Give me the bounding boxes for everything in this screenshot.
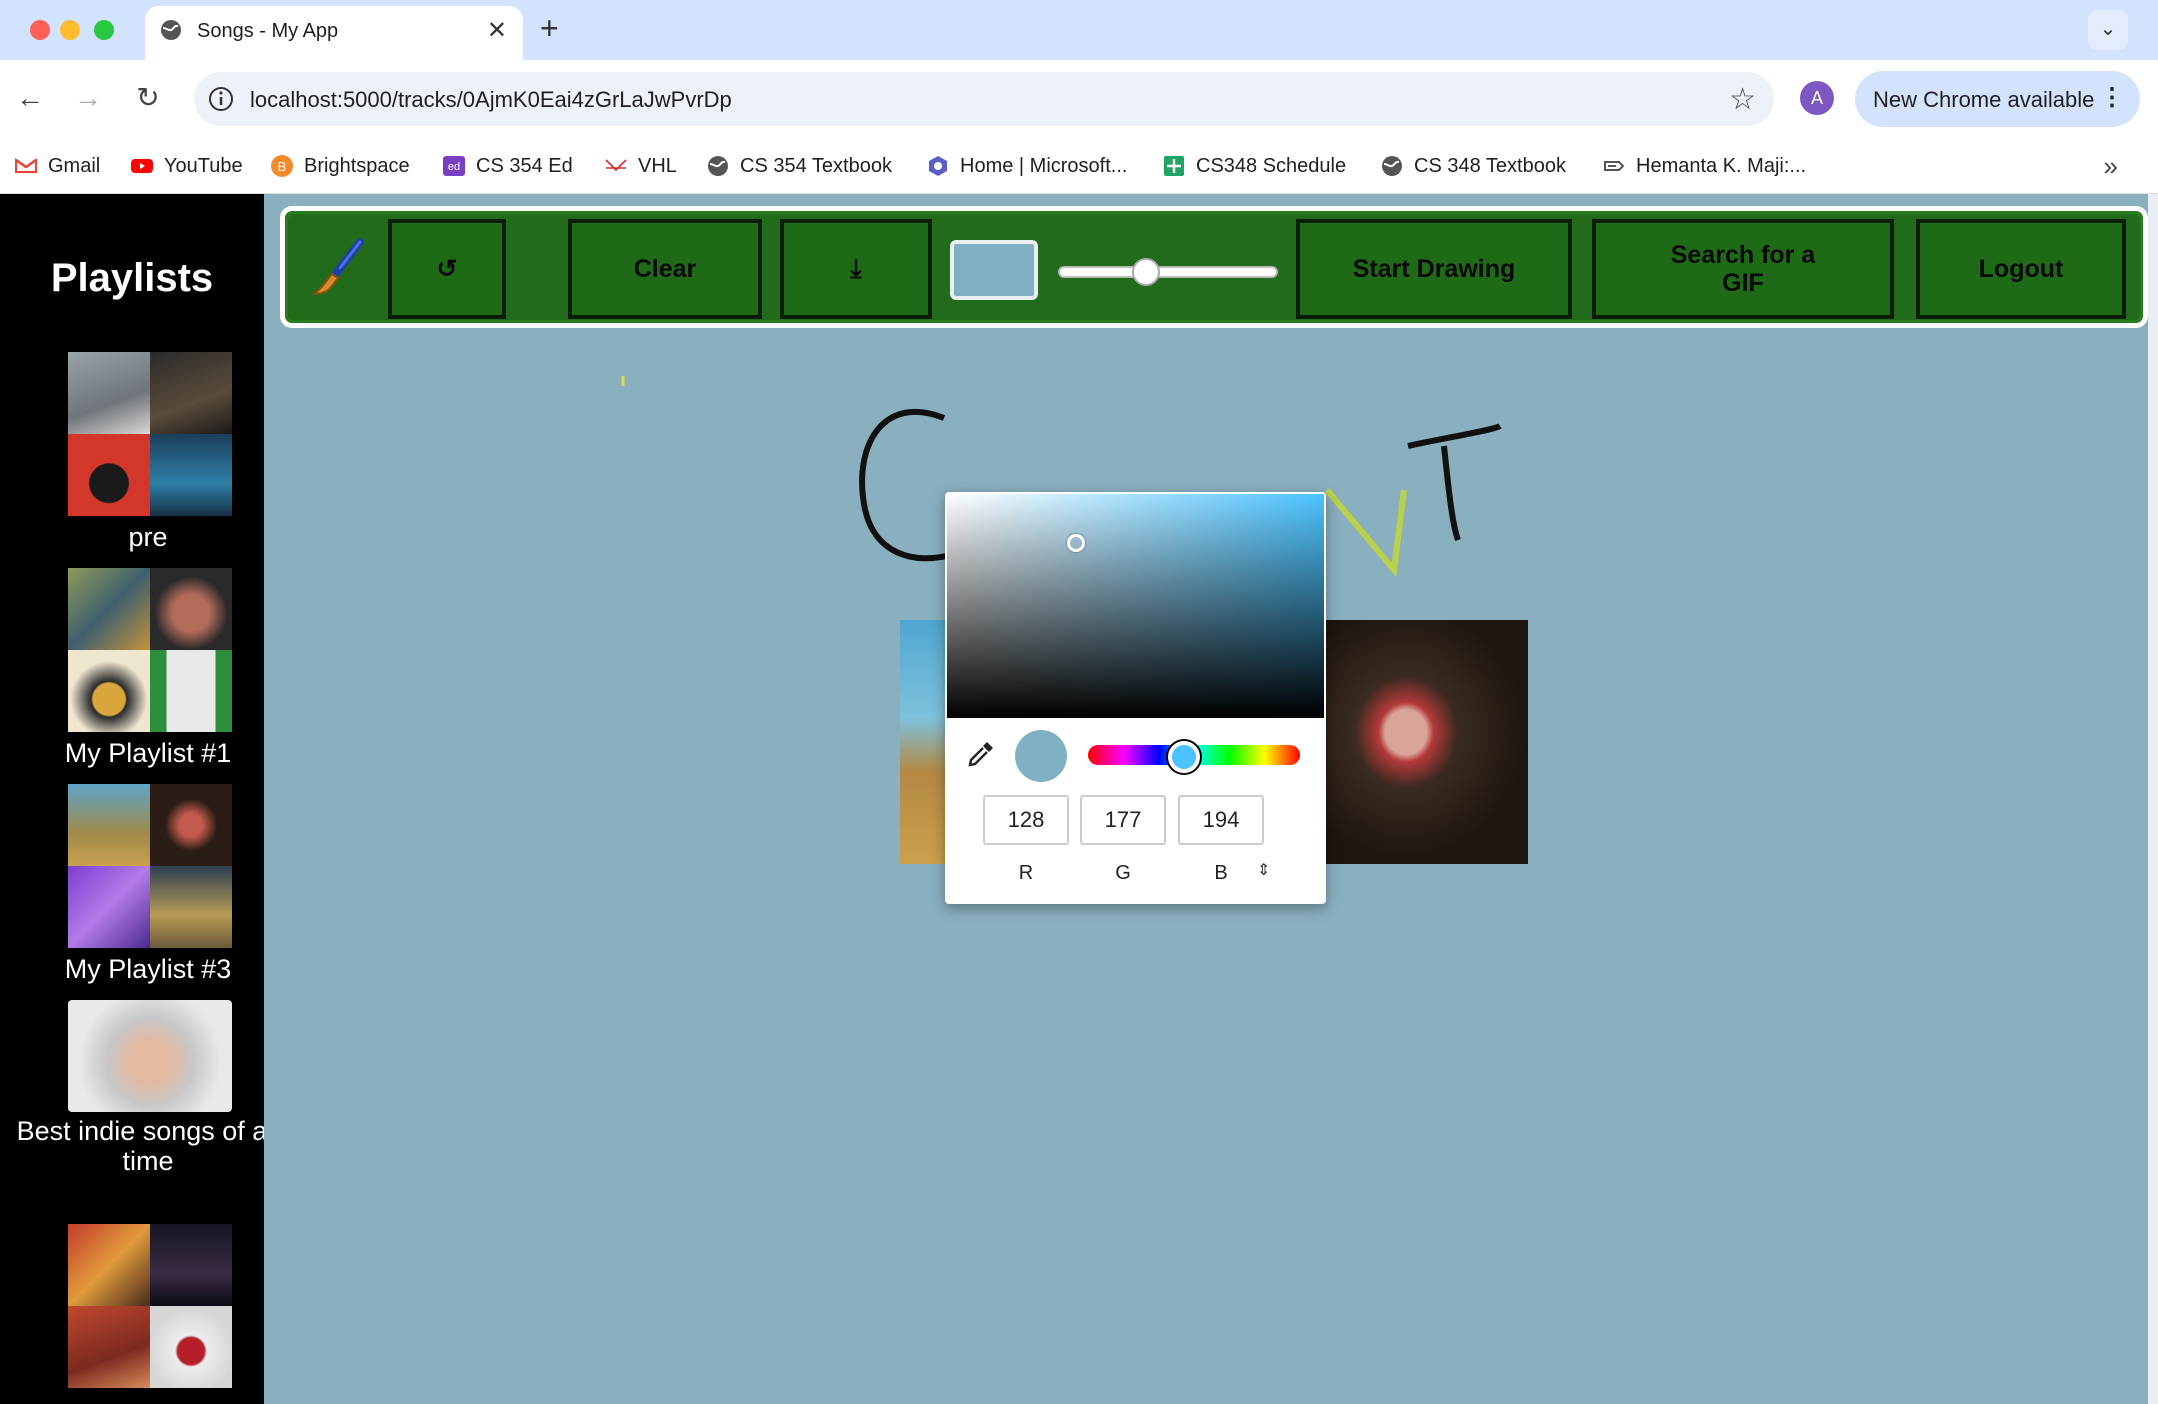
new-tab-button[interactable]: + xyxy=(540,10,559,47)
reload-button[interactable]: ↻ xyxy=(128,78,168,118)
playlist-name[interactable]: My Playlist #3 xyxy=(0,954,264,984)
playlist-name[interactable]: Best indie songs of all time xyxy=(0,1116,264,1176)
color-swatch[interactable] xyxy=(950,240,1038,300)
tab-search-button[interactable]: ⌄ xyxy=(2088,10,2128,50)
saturation-value-area[interactable] xyxy=(947,494,1324,718)
blue-label: B xyxy=(1214,862,1228,884)
playlist-cover-pre[interactable] xyxy=(68,352,232,516)
playlist-cover-5[interactable] xyxy=(68,1224,232,1388)
bookmark-gmail[interactable]: Gmail xyxy=(14,149,100,183)
svg-text:ed: ed xyxy=(448,161,460,173)
window-close-button[interactable] xyxy=(30,20,50,40)
red-label: R xyxy=(1018,862,1034,884)
brush-size-slider-knob[interactable] xyxy=(1132,258,1160,286)
kebab-menu-icon[interactable]: ⋮ xyxy=(2100,83,2124,112)
playlist-name[interactable]: My Playlist #1 xyxy=(0,738,264,768)
address-bar[interactable]: localhost:5000/tracks/0AjmK0Eai4zGrLaJwP… xyxy=(194,72,1774,126)
active-tab[interactable]: Songs - My App ✕ xyxy=(145,6,523,60)
url-text[interactable]: localhost:5000/tracks/0AjmK0Eai4zGrLaJwP… xyxy=(250,87,732,113)
brightspace-icon: B xyxy=(271,155,293,177)
paintbrush-icon[interactable] xyxy=(310,238,366,298)
color-picker-popover: R G B ⇕ xyxy=(945,492,1326,904)
search-gif-button[interactable]: Search for a GIF xyxy=(1592,219,1894,319)
vhl-icon xyxy=(605,159,627,172)
update-label: New Chrome available xyxy=(1873,87,2095,112)
browser-tab-bar: Songs - My App ✕ + ⌄ xyxy=(0,0,2158,60)
bookmark-microsoft-home[interactable]: Home | Microsoft... xyxy=(926,149,1127,183)
logout-button[interactable]: Logout xyxy=(1916,219,2126,319)
clear-button[interactable]: Clear xyxy=(568,219,762,319)
app-page: Playlists pre My Playlist #1 My Playlist… xyxy=(0,194,2158,1404)
eyedropper-icon[interactable] xyxy=(967,740,995,768)
download-button[interactable]: ⤓ xyxy=(780,219,932,319)
brush-size-slider[interactable] xyxy=(1058,266,1278,278)
back-button[interactable]: ← xyxy=(10,78,50,118)
bookmark-icon xyxy=(1604,161,1625,171)
bookmark-youtube[interactable]: YouTube xyxy=(130,149,243,183)
bookmark-cs348-textbook[interactable]: CS 348 Textbook xyxy=(1380,149,1566,183)
undo-button[interactable]: ↺ xyxy=(388,219,506,319)
bookmark-cs354-ed[interactable]: ed CS 354 Ed xyxy=(442,149,573,183)
green-input[interactable] xyxy=(1080,795,1166,845)
tab-close-icon[interactable]: ✕ xyxy=(487,16,507,45)
playlist-sidebar: Playlists pre My Playlist #1 My Playlist… xyxy=(0,194,264,1404)
scrollbar-track[interactable] xyxy=(2148,194,2158,1404)
playlist-name[interactable]: pre xyxy=(0,522,264,552)
playlist-cover-my-playlist-3[interactable] xyxy=(68,784,232,948)
gmail-icon xyxy=(15,158,37,173)
color-format-toggle-icon[interactable]: ⇕ xyxy=(1257,860,1270,880)
window-minimize-button[interactable] xyxy=(60,20,80,40)
globe-icon xyxy=(1382,156,1402,176)
blue-input[interactable] xyxy=(1178,795,1264,845)
site-info-icon[interactable] xyxy=(206,84,236,114)
drawing-toolbar: ↺ Clear ⤓ Start Drawing Search for a GIF… xyxy=(280,206,2148,328)
bookmark-cs348-schedule[interactable]: CS348 Schedule xyxy=(1162,149,1346,183)
forward-button[interactable]: → xyxy=(68,78,108,118)
window-zoom-button[interactable] xyxy=(94,20,114,40)
bookmarks-overflow-icon[interactable]: » xyxy=(2104,151,2118,182)
svg-text:B: B xyxy=(278,159,287,174)
globe-icon xyxy=(161,20,181,40)
playlist-cover-my-playlist-1[interactable] xyxy=(68,568,232,732)
start-drawing-button[interactable]: Start Drawing xyxy=(1296,219,1572,319)
ed-icon: ed xyxy=(443,156,465,176)
bookmark-vhl[interactable]: VHL xyxy=(604,149,677,183)
microsoft-icon xyxy=(929,156,947,176)
bookmark-brightspace[interactable]: B Brightspace xyxy=(270,149,410,183)
green-label: G xyxy=(1115,862,1131,884)
hue-slider-thumb[interactable] xyxy=(1168,741,1200,773)
sidebar-title: Playlists xyxy=(50,256,214,300)
bookmarks-bar: Gmail YouTube B Brightspace ed CS 354 Ed… xyxy=(0,139,2158,194)
red-input[interactable] xyxy=(983,795,1069,845)
color-preview xyxy=(1015,730,1067,782)
bookmark-star-icon[interactable]: ☆ xyxy=(1729,82,1756,117)
sheets-icon xyxy=(1164,156,1184,176)
globe-icon xyxy=(708,156,728,176)
profile-avatar[interactable]: A xyxy=(1800,81,1834,115)
browser-toolbar: ← → ↻ localhost:5000/tracks/0AjmK0Eai4zG… xyxy=(0,60,2158,139)
tab-title: Songs - My App xyxy=(197,20,339,42)
bookmark-hemanta-maji[interactable]: Hemanta K. Maji:... xyxy=(1602,149,1806,183)
playlist-cover-best-indie[interactable] xyxy=(68,1000,232,1112)
youtube-icon xyxy=(131,159,153,173)
saturation-value-thumb[interactable] xyxy=(1067,534,1085,552)
update-chrome-button[interactable]: New Chrome available ⋮ xyxy=(1855,71,2140,127)
bookmark-cs354-textbook[interactable]: CS 354 Textbook xyxy=(706,149,892,183)
